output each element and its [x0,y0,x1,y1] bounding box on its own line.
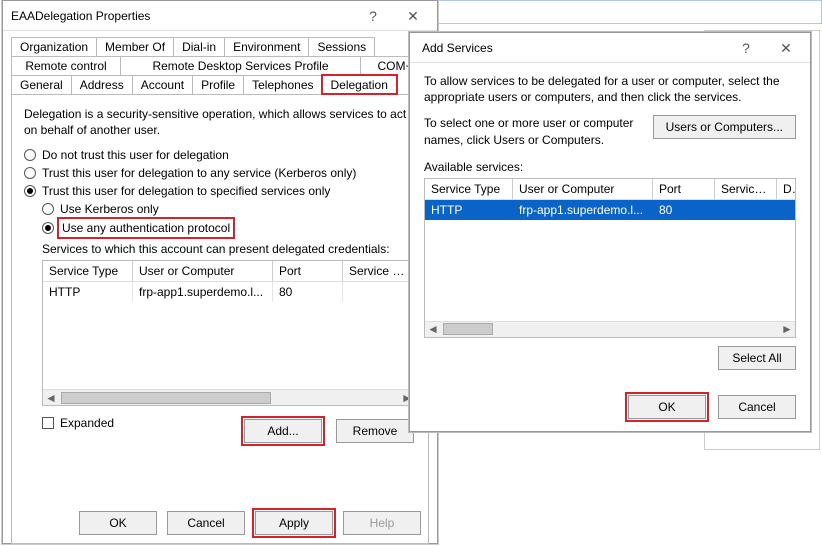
col-user-computer[interactable]: User or Computer [133,261,273,281]
scroll-left-icon[interactable]: ◄ [43,390,59,406]
radio-label: Use any authentication protocol [60,220,232,236]
titlebar: EAADelegation Properties ? ✕ [3,1,437,31]
dialog-footer: OK Cancel [410,395,810,431]
services-header: Service Type User or Computer Port Servi… [425,179,795,200]
tab-account[interactable]: Account [132,75,193,94]
radio-label: Use Kerberos only [60,202,159,216]
radio-icon [42,222,54,234]
window-title: EAADelegation Properties [11,1,353,31]
apply-button[interactable]: Apply [255,511,333,535]
cancel-button[interactable]: Cancel [718,395,796,419]
table-row[interactable]: HTTP frp-app1.superdemo.l... 80 [425,200,795,220]
instructions: To allow services to be delegated for a … [424,73,796,105]
col-user-computer[interactable]: User or Computer [513,179,653,199]
col-port[interactable]: Port [653,179,715,199]
properties-dialog: EAADelegation Properties ? ✕ Organizatio… [2,0,438,544]
scroll-left-icon[interactable]: ◄ [425,321,441,337]
tab-general[interactable]: General [11,75,72,94]
titlebar: Add Services ? ✕ [410,33,810,63]
tab-dial-in[interactable]: Dial-in [173,37,225,56]
tab-remote-control[interactable]: Remote control [11,56,121,75]
services-table[interactable]: Service Type User or Computer Port Servi… [42,260,416,406]
available-services-table[interactable]: Service Type User or Computer Port Servi… [424,178,796,338]
help-icon[interactable]: ? [726,33,766,63]
tab-organization[interactable]: Organization [11,37,97,56]
close-icon[interactable]: ✕ [393,1,433,31]
tab-sessions[interactable]: Sessions [308,37,375,56]
tab-profile[interactable]: Profile [192,75,244,94]
users-computers-instr: To select one or more user or computer n… [424,115,645,147]
horizontal-scrollbar[interactable]: ◄ ► [425,321,795,337]
col-service-name[interactable]: Service Name [715,179,777,199]
radio-icon [24,167,36,179]
delegation-tab-body: Delegation is a security-sensitive opera… [11,94,429,544]
radio-label: Do not trust this user for delegation [42,148,229,162]
ok-button[interactable]: OK [79,511,157,535]
help-icon[interactable]: ? [353,1,393,31]
radio-label: Trust this user for delegation to specif… [42,184,330,198]
tab-delegation[interactable]: Delegation [322,75,397,94]
services-header: Service Type User or Computer Port Servi… [43,261,415,282]
delegation-description: Delegation is a security-sensitive opera… [24,107,416,138]
dialog-footer: OK Cancel Apply Help [3,511,437,535]
tab-strip: Organization Member Of Dial-in Environme… [11,37,429,94]
select-all-button[interactable]: Select All [718,346,796,370]
col-d[interactable]: D [777,179,795,199]
background-window-strip [438,0,822,24]
tab-member-of[interactable]: Member Of [96,37,174,56]
radio-no-trust[interactable]: Do not trust this user for delegation [24,148,416,162]
scroll-thumb[interactable] [443,323,493,335]
scroll-right-icon[interactable]: ► [779,321,795,337]
services-subhead: Services to which this account can prese… [42,242,416,256]
add-services-dialog: Add Services ? ✕ To allow services to be… [409,32,811,432]
checkbox-icon [42,417,54,429]
horizontal-scrollbar[interactable]: ◄ ► [43,389,415,405]
col-service-name[interactable]: Service N... [343,261,415,281]
radio-any-auth[interactable]: Use any authentication protocol [42,220,416,236]
checkbox-label: Expanded [60,416,114,430]
col-service-type[interactable]: Service Type [43,261,133,281]
tab-address[interactable]: Address [71,75,133,94]
scroll-thumb[interactable] [61,392,271,404]
tab-telephones[interactable]: Telephones [243,75,322,94]
radio-icon [24,185,36,197]
help-button[interactable]: Help [343,511,421,535]
remove-button[interactable]: Remove [336,419,414,443]
add-button[interactable]: Add... [244,419,322,443]
radio-label: Trust this user for delegation to any se… [42,166,356,180]
radio-specified[interactable]: Trust this user for delegation to specif… [24,184,416,198]
radio-any-service[interactable]: Trust this user for delegation to any se… [24,166,416,180]
col-port[interactable]: Port [273,261,343,281]
tab-rds-profile[interactable]: Remote Desktop Services Profile [120,56,361,75]
cancel-button[interactable]: Cancel [167,511,245,535]
close-icon[interactable]: ✕ [766,33,806,63]
radio-icon [24,149,36,161]
window-title: Add Services [422,33,726,63]
users-computers-button[interactable]: Users or Computers... [653,115,796,139]
radio-icon [42,203,54,215]
table-row[interactable]: HTTP frp-app1.superdemo.l... 80 [43,282,415,302]
tab-environment[interactable]: Environment [224,37,309,56]
ok-button[interactable]: OK [628,395,706,419]
radio-kerberos-only[interactable]: Use Kerberos only [42,202,416,216]
col-service-type[interactable]: Service Type [425,179,513,199]
available-label: Available services: [424,160,796,174]
